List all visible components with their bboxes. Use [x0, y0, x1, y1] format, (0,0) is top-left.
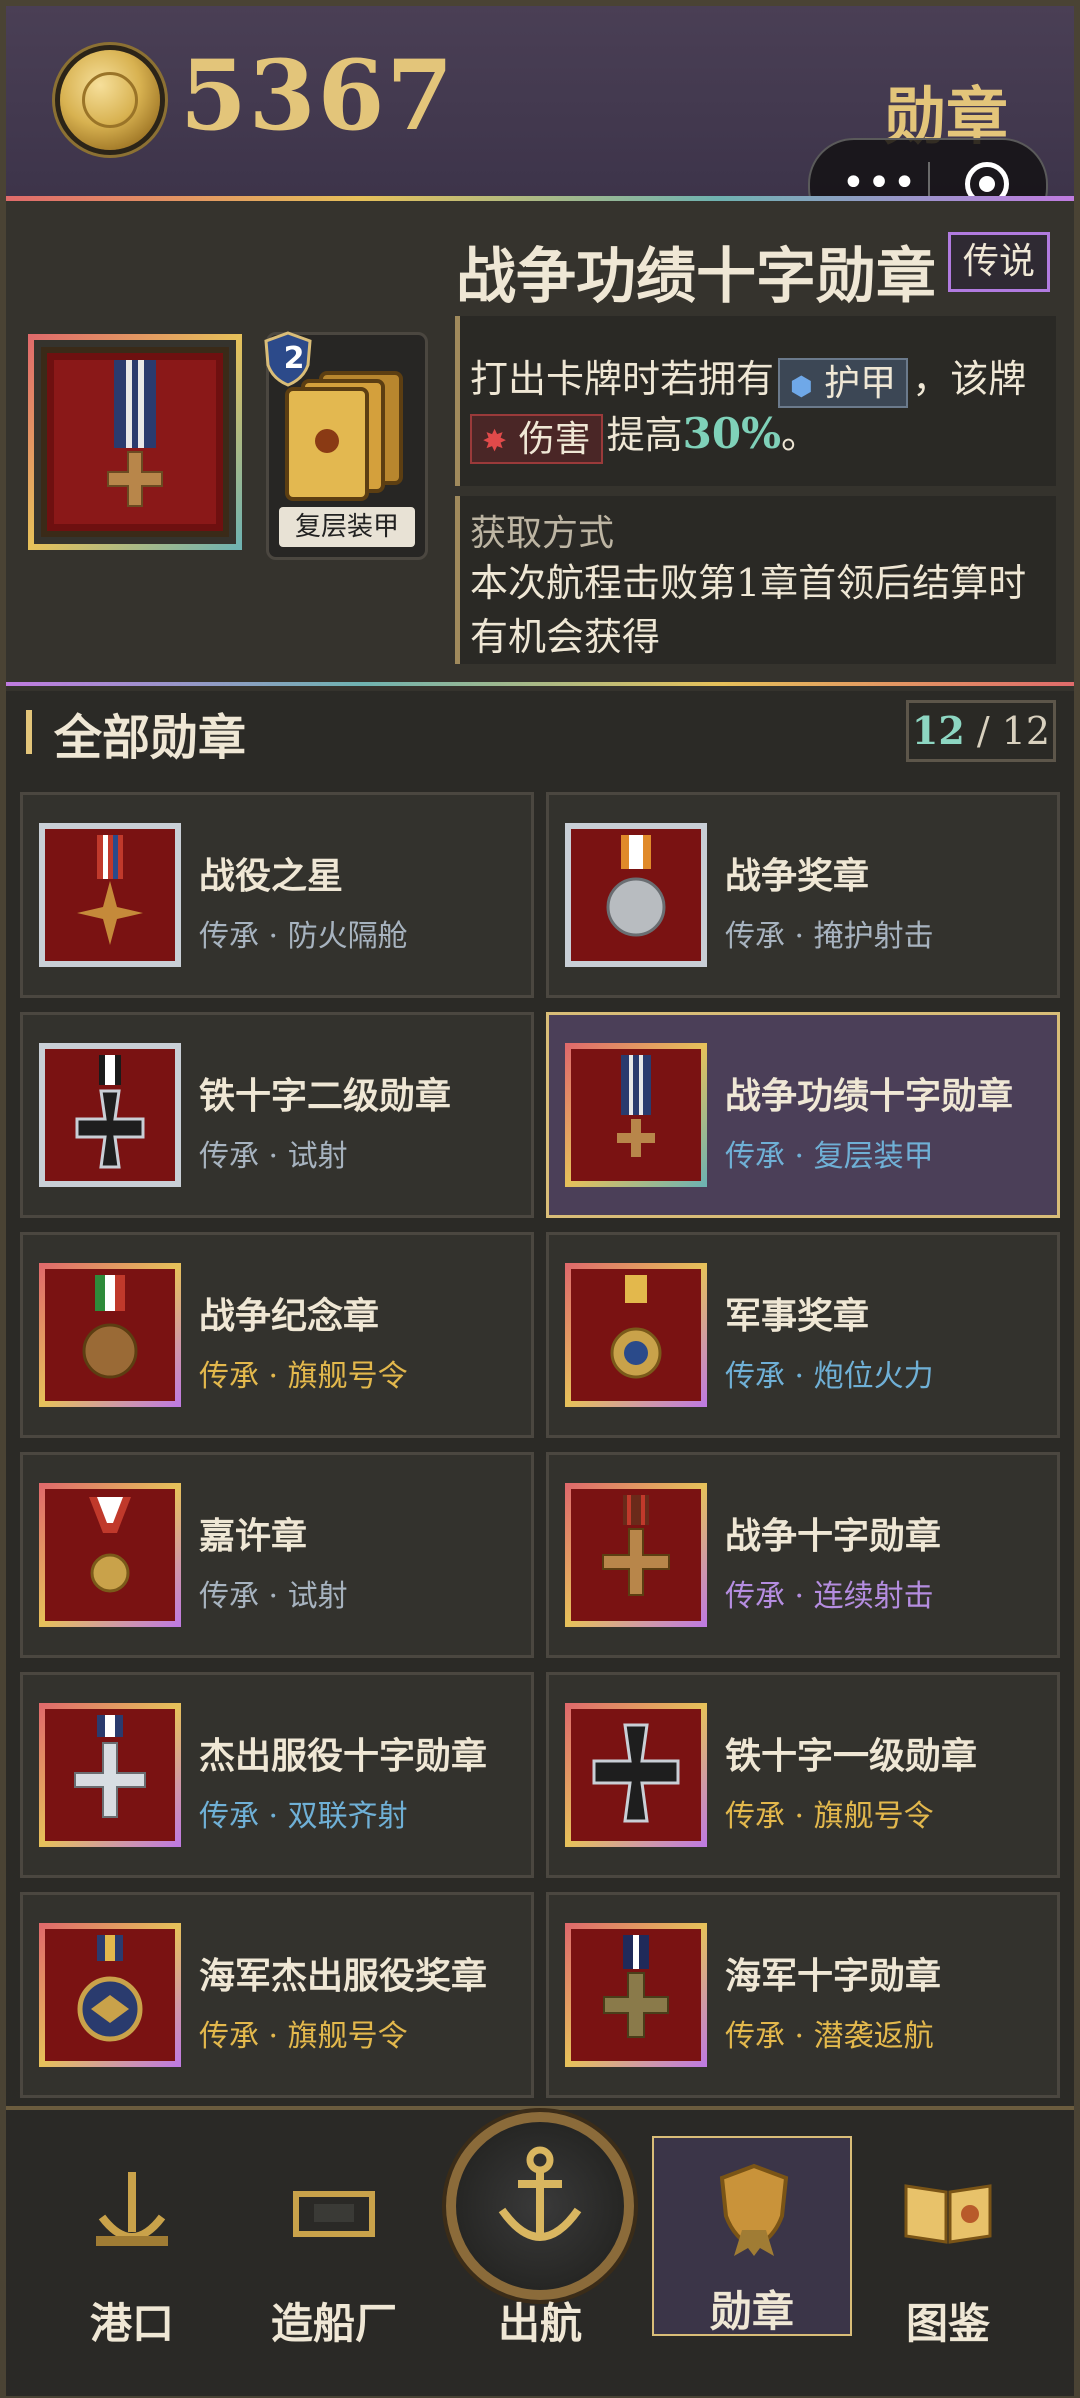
- medal-name: 战争功绩十字勋章: [725, 1075, 1014, 1117]
- medal-name: 海军杰出服役奖章: [199, 1955, 488, 1997]
- effect-end: 。: [780, 413, 819, 457]
- medal-sub: 传承 · 掩护射击: [725, 919, 934, 954]
- medal-count: 12 / 12: [906, 700, 1056, 762]
- nav-label: 图鉴: [905, 2299, 990, 2348]
- nav-label: 港口: [89, 2299, 174, 2348]
- detail-medal-name: 战争功绩十字勋章: [456, 242, 936, 312]
- effect-mid: ，该牌: [912, 357, 1027, 401]
- medal-name: 铁十字二级勋章: [199, 1075, 452, 1117]
- medal-name: 战役之星: [199, 855, 344, 897]
- effect-post: 提高: [606, 413, 683, 457]
- coin-balance: 5367: [180, 39, 456, 152]
- medal-card[interactable]: 战争十字勋章 传承 · 连续射击: [546, 1452, 1060, 1658]
- medal-name: 铁十字一级勋章: [725, 1735, 978, 1777]
- effect-percent: 30%: [682, 409, 781, 458]
- medal-name: 嘉许章: [199, 1515, 308, 1557]
- nav-shipyard[interactable]: 造船厂: [234, 2126, 434, 2366]
- war-merit-cross-medal-icon: [565, 1043, 707, 1187]
- nav-medals[interactable]: 勋章: [652, 2136, 852, 2336]
- medal-card[interactable]: 嘉许章 传承 · 试射: [20, 1452, 534, 1658]
- shipyard-icon: [293, 2191, 375, 2237]
- nav-label: 勋章: [709, 2287, 794, 2336]
- medal-card[interactable]: 杰出服役十字勋章 传承 · 双联齐射: [20, 1672, 534, 1878]
- medal-sub: 传承 · 试射: [199, 1139, 348, 1174]
- count-total: 12: [1001, 709, 1051, 753]
- medal-icon: [719, 2163, 789, 2256]
- medal-sub: 传承 · 复层装甲: [725, 1139, 934, 1174]
- burst-icon: ✸: [482, 423, 508, 459]
- medal-name: 杰出服役十字勋章: [199, 1735, 488, 1777]
- nav-label: 造船厂: [270, 2299, 397, 2348]
- medal-card[interactable]: 战争奖章 传承 · 掩护射击: [546, 792, 1060, 998]
- medal-name: 军事奖章: [725, 1295, 870, 1337]
- medal-sub: 传承 · 炮位火力: [725, 1359, 934, 1394]
- medal-sub: 传承 · 防火隔舱: [199, 919, 408, 954]
- medal-sub: 传承 · 连续射击: [725, 1579, 934, 1614]
- war-commemorative-medal-icon: [39, 1263, 181, 1407]
- war-medal-icon: [565, 823, 707, 967]
- shield-icon: ⬢: [790, 371, 813, 402]
- medal-card[interactable]: 铁十字二级勋章 传承 · 试射: [20, 1012, 534, 1218]
- count-current: 12: [911, 708, 965, 753]
- medal-card[interactable]: 战争纪念章 传承 · 旗舰号令: [20, 1232, 534, 1438]
- effect-pre: 打出卡牌时若拥有: [470, 357, 775, 401]
- medal-card[interactable]: 海军杰出服役奖章 传承 · 旗舰号令: [20, 1892, 534, 2098]
- nav-set-sail-label[interactable]: 出航: [440, 2290, 640, 2351]
- medal-card[interactable]: 战役之星 传承 · 防火隔舱: [20, 792, 534, 998]
- effect-text-line2: ✸ 伤害 提高30%。: [466, 404, 819, 464]
- medal-name: 战争十字勋章: [725, 1515, 942, 1557]
- medal-sub: 传承 · 旗舰号令: [199, 1359, 408, 1394]
- medal-card[interactable]: 军事奖章 传承 · 炮位火力: [546, 1232, 1060, 1438]
- harbor-icon: [96, 2172, 168, 2246]
- medal-sub: 传承 · 旗舰号令: [199, 2019, 408, 2054]
- damage-keyword-label: 伤害: [518, 418, 591, 460]
- medal-sub: 传承 · 试射: [199, 1579, 348, 1614]
- linked-card[interactable]: 2 复层装甲: [264, 331, 428, 560]
- detail-panel-divider: [6, 682, 1074, 686]
- anchor-icon: [498, 2146, 582, 2241]
- medal-card-selected[interactable]: 战争功绩十字勋章 传承 · 复层装甲: [546, 1012, 1060, 1218]
- coin-icon: [60, 50, 160, 150]
- medal-name: 战争奖章: [725, 855, 870, 897]
- medal-sub: 传承 · 双联齐射: [199, 1799, 408, 1834]
- military-medal-icon: [565, 1263, 707, 1407]
- distinguished-service-cross-icon: [39, 1703, 181, 1847]
- book-icon: [904, 2184, 992, 2244]
- medal-sub: 传承 · 潜袭返航: [725, 2019, 934, 2054]
- medal-sub: 传承 · 旗舰号令: [725, 1799, 934, 1834]
- medal-card[interactable]: 海军十字勋章 传承 · 潜袭返航: [546, 1892, 1060, 2098]
- war-cross-medal-icon: [565, 1483, 707, 1627]
- set-sail-button[interactable]: [446, 2112, 634, 2300]
- campaign-star-medal-icon: [39, 823, 181, 967]
- iron-cross-first-class-icon: [565, 1703, 707, 1847]
- navy-distinguished-service-medal-icon: [39, 1923, 181, 2067]
- selected-medal-image: [28, 334, 242, 550]
- medal-name: 战争纪念章: [199, 1295, 380, 1337]
- iron-cross-medal-icon: [39, 1043, 181, 1187]
- acquire-title: 获取方式: [470, 513, 615, 554]
- nav-harbor[interactable]: 港口: [32, 2126, 232, 2366]
- rarity-badge: 传说: [948, 232, 1050, 292]
- section-accent-bar: [26, 710, 32, 754]
- card-label: 复层装甲: [279, 507, 415, 547]
- commendation-medal-icon: [39, 1483, 181, 1627]
- nav-codex[interactable]: 图鉴: [848, 2126, 1048, 2366]
- damage-keyword[interactable]: ✸ 伤害: [470, 413, 603, 464]
- count-sep: /: [964, 709, 1002, 753]
- acquire-text: 本次航程击败第1章首领后结算时有机会获得: [470, 561, 1027, 659]
- armor-keyword-label: 护甲: [824, 362, 897, 404]
- section-title: 全部勋章: [54, 710, 247, 766]
- medal-name: 海军十字勋章: [725, 1955, 942, 1997]
- armor-keyword[interactable]: ⬢ 护甲: [778, 357, 909, 408]
- armor-plates-icon: [285, 371, 403, 501]
- navy-cross-medal-icon: [565, 1923, 707, 2067]
- effect-text-line1: 打出卡牌时若拥有 ⬢ 护甲 ，该牌: [470, 348, 1026, 408]
- medal-card[interactable]: 铁十字一级勋章 传承 · 旗舰号令: [546, 1672, 1060, 1878]
